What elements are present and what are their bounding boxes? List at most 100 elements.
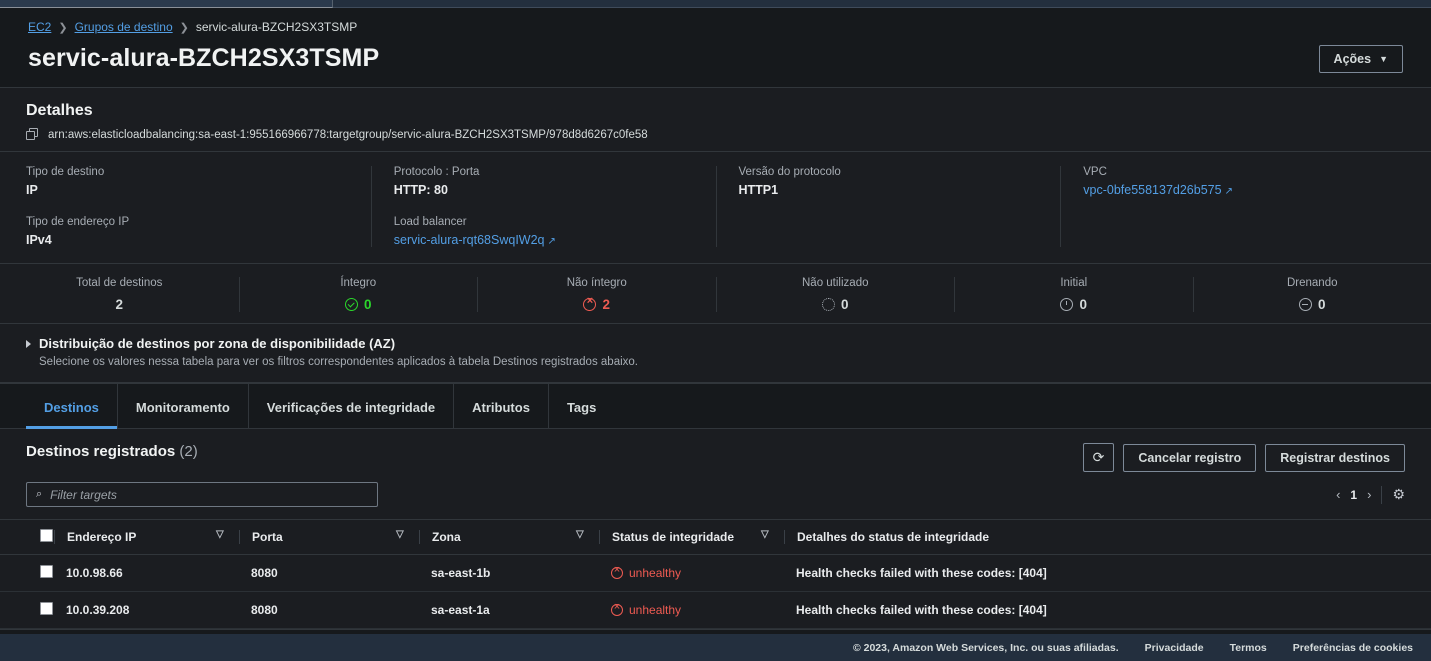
registered-targets-header: Destinos registrados (2) ⟳ Cancelar regi… xyxy=(0,429,1431,472)
check-circle-icon xyxy=(344,298,358,311)
stat-healthy: Íntegro 0 xyxy=(238,277,478,312)
registered-targets-controls: ⌕ ‹ 1 › ⚙ xyxy=(0,472,1431,519)
filter-targets-input[interactable] xyxy=(50,487,368,502)
stat-value-wrap: 0 xyxy=(240,297,478,312)
status-badge-label: unhealthy xyxy=(629,603,682,617)
status-badge: unhealthy xyxy=(599,601,784,617)
pagination-divider xyxy=(1381,485,1383,504)
x-circle-icon xyxy=(611,564,623,579)
details-column-3: Versão do protocolo HTTP1 xyxy=(715,166,1061,247)
chevron-right-icon xyxy=(26,339,31,348)
pagination-prev-button[interactable]: ‹ xyxy=(1336,487,1340,502)
deregister-button[interactable]: Cancelar registro xyxy=(1123,443,1257,472)
page-title: servic-alura-BZCH2SX3TSMP xyxy=(28,44,380,72)
pagination-page-number[interactable]: 1 xyxy=(1350,488,1357,502)
stat-total-targets: Total de destinos 2 xyxy=(0,277,239,312)
table-header-row: Endereço IP Porta Zona xyxy=(0,519,1431,555)
copy-icon[interactable] xyxy=(26,128,39,141)
detail-protocol-port-value: HTTP: 80 xyxy=(393,183,448,197)
cell-health-details-text: Health checks failed with these codes: [… xyxy=(796,566,1047,580)
stat-label: Total de destinos xyxy=(76,277,163,289)
cell-zone: sa-east-1b xyxy=(419,554,599,592)
stat-value: 0 xyxy=(1317,297,1326,312)
footer-cookie-preferences-link[interactable]: Preferências de cookies xyxy=(1293,642,1413,654)
cell-ip: 10.0.98.66 xyxy=(54,554,239,592)
registered-targets-table: Endereço IP Porta Zona xyxy=(0,519,1431,629)
row-checkbox[interactable] xyxy=(40,602,53,615)
row-checkbox[interactable] xyxy=(40,565,53,578)
table-row[interactable]: 10.0.39.208 8080 sa-east-1a unhealthy xyxy=(0,591,1431,629)
stat-label: Não íntegro xyxy=(566,277,627,289)
detail-protocol-version: Versão do protocolo HTTP1 xyxy=(739,166,1039,197)
az-distribution-toggle[interactable]: Distribuição de destinos por zona de dis… xyxy=(26,336,1405,351)
actions-button[interactable]: Ações ▼ xyxy=(1318,44,1403,73)
detail-protocol-port-label: Protocolo : Porta xyxy=(393,166,480,178)
sort-icon[interactable] xyxy=(216,529,225,540)
column-header-port: Porta xyxy=(239,519,419,555)
az-distribution-section: Distribuição de destinos por zona de dis… xyxy=(0,324,1431,383)
sort-icon[interactable] xyxy=(576,529,585,540)
vpc-link-text: vpc-0bfe558137d26b575 xyxy=(1083,183,1222,197)
details-column-4: VPC vpc-0bfe558137d26b575 ↗ xyxy=(1060,166,1405,247)
detail-load-balancer: Load balancer servic-alura-rqt68SwqIW2q ↗ xyxy=(394,216,694,247)
column-header-zone-label: Zona xyxy=(432,530,461,544)
registered-targets-title-text: Destinos registrados xyxy=(26,443,176,460)
stat-value-wrap: 0 xyxy=(1194,297,1431,312)
registered-targets-title: Destinos registrados (2) xyxy=(26,443,198,460)
tab-tags[interactable]: Tags xyxy=(549,384,614,428)
tab-destinos[interactable]: Destinos xyxy=(26,384,118,429)
stat-label: Não utilizado xyxy=(802,277,869,289)
refresh-button[interactable]: ⟳ xyxy=(1082,443,1115,472)
pagination-next-button[interactable]: › xyxy=(1367,487,1371,502)
stat-label: Drenando xyxy=(1286,277,1338,289)
arn-value: arn:aws:elasticloadbalancing:sa-east-1:9… xyxy=(48,128,648,141)
x-circle-icon xyxy=(583,295,597,311)
cell-health-details-text: Health checks failed with these codes: [… xyxy=(796,603,1047,617)
detail-vpc-link[interactable]: vpc-0bfe558137d26b575 ↗ xyxy=(1083,183,1383,197)
row-select-cell xyxy=(0,554,54,592)
breadcrumb-item-current: servic-alura-BZCH2SX3TSMP xyxy=(195,20,358,34)
tab-verificacoes-de-integridade[interactable]: Verificações de integridade xyxy=(249,384,455,428)
stat-label: Íntegro xyxy=(340,277,377,289)
tab-bar: Destinos Monitoramento Verificações de i… xyxy=(0,384,1431,429)
column-header-zone: Zona xyxy=(419,519,599,555)
details-column-1: Tipo de destino IP Tipo de endereço IP I… xyxy=(26,166,371,247)
cell-port: 8080 xyxy=(239,591,419,629)
cell-port-text: 8080 xyxy=(251,603,278,617)
external-link-icon: ↗ xyxy=(547,236,556,247)
table-row[interactable]: 10.0.98.66 8080 sa-east-1b unhealthy xyxy=(0,554,1431,592)
footer-privacy-link[interactable]: Privacidade xyxy=(1145,642,1204,654)
tab-atributos[interactable]: Atributos xyxy=(454,384,549,428)
footer-terms-link[interactable]: Termos xyxy=(1230,642,1267,654)
cell-health-status: unhealthy xyxy=(599,591,784,629)
details-grid: Tipo de destino IP Tipo de endereço IP I… xyxy=(0,151,1431,263)
stat-draining: Drenando 0 xyxy=(1192,277,1431,312)
detail-target-type: Tipo de destino IP xyxy=(26,166,349,197)
stat-value: 0 xyxy=(840,297,849,312)
filter-targets-box[interactable]: ⌕ xyxy=(26,482,378,507)
stat-value-wrap: 0 xyxy=(955,297,1193,312)
cell-health-status: unhealthy xyxy=(599,554,784,592)
detail-protocol-version-label: Versão do protocolo xyxy=(738,166,841,178)
stat-value: 0 xyxy=(1079,297,1087,312)
stat-value-wrap: 2 xyxy=(478,295,716,312)
search-icon: ⌕ xyxy=(36,488,43,500)
az-distribution-subtitle: Selecione os valores nessa tabela para v… xyxy=(39,356,638,368)
registered-targets-card: Destinos registrados (2) ⟳ Cancelar regi… xyxy=(0,429,1431,630)
detail-protocol-version-value: HTTP1 xyxy=(738,183,779,197)
sort-icon[interactable] xyxy=(761,529,770,540)
sort-icon[interactable] xyxy=(396,529,405,540)
register-targets-button[interactable]: Registrar destinos xyxy=(1265,443,1405,472)
select-all-header xyxy=(0,519,54,555)
details-panel: Detalhes arn:aws:elasticloadbalancing:sa… xyxy=(0,87,1431,384)
tab-monitoramento[interactable]: Monitoramento xyxy=(118,384,249,428)
breadcrumb-item-ec2[interactable]: EC2 xyxy=(28,20,51,34)
breadcrumb: EC2 ❯ Grupos de destino ❯ servic-alura-B… xyxy=(0,8,1431,38)
detail-load-balancer-link[interactable]: servic-alura-rqt68SwqIW2q ↗ xyxy=(394,233,694,247)
gear-icon[interactable]: ⚙ xyxy=(1392,486,1405,503)
select-all-checkbox[interactable] xyxy=(40,529,53,542)
breadcrumb-item-target-groups[interactable]: Grupos de destino xyxy=(75,20,173,34)
stat-value-wrap: 0 xyxy=(717,297,955,312)
arn-row: arn:aws:elasticloadbalancing:sa-east-1:9… xyxy=(26,128,1405,141)
dotted-circle-icon xyxy=(821,298,835,311)
